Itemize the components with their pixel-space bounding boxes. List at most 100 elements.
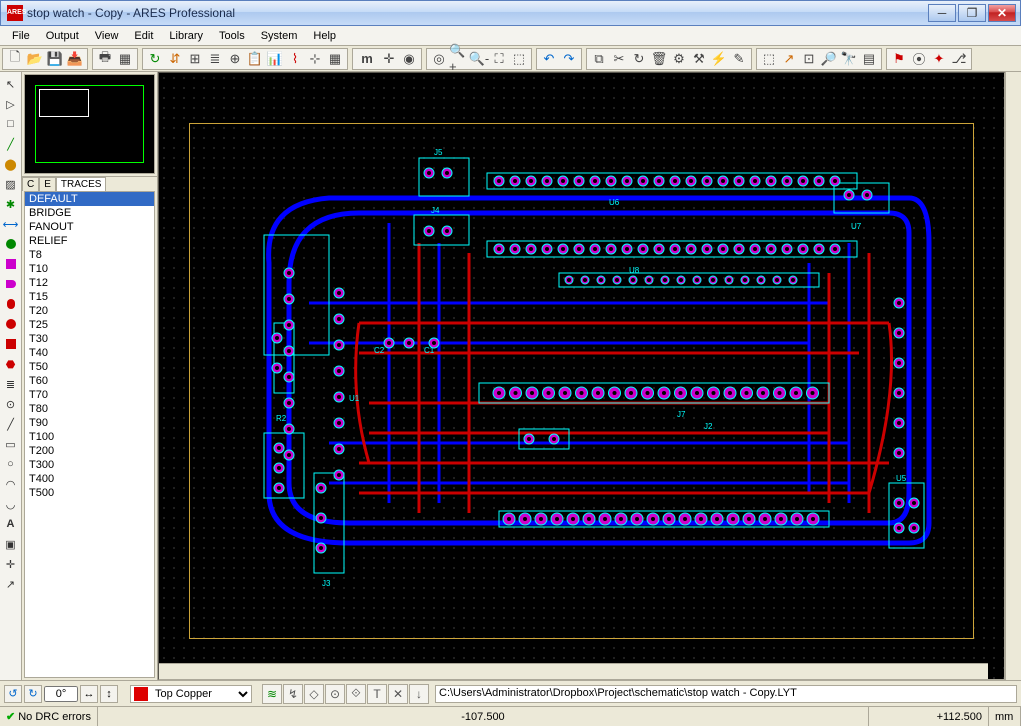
search-icon[interactable]: 🔎 — [819, 49, 839, 69]
list-item[interactable]: T50 — [25, 360, 154, 374]
stack-icon[interactable]: ≣ — [2, 375, 20, 393]
router-icon[interactable]: ⊡ — [799, 49, 819, 69]
pad-dshape-icon[interactable] — [2, 275, 20, 293]
package-icon[interactable]: □ — [2, 115, 20, 133]
menu-help[interactable]: Help — [305, 28, 344, 44]
unit-cell[interactable]: mm — [989, 707, 1021, 726]
undo-icon[interactable]: ↶ — [539, 49, 559, 69]
list-item[interactable]: T500 — [25, 486, 154, 500]
list-tab-traces[interactable]: TRACES — [56, 177, 107, 191]
drc-status[interactable]: ✔ No DRC errors — [0, 707, 98, 726]
rotate-ccw-icon[interactable]: ↺ — [4, 685, 22, 703]
paste-icon[interactable]: 📋 — [245, 49, 265, 69]
area-icon[interactable]: ▦ — [115, 49, 135, 69]
binoculars-icon[interactable]: 🔭 — [839, 49, 859, 69]
path-icon[interactable]: ◡ — [2, 495, 20, 513]
menu-edit[interactable]: Edit — [126, 28, 161, 44]
list-item[interactable]: T70 — [25, 388, 154, 402]
tool2-icon[interactable]: ⚒ — [689, 49, 709, 69]
block-rotate-icon[interactable]: ↻ — [629, 49, 649, 69]
list-item[interactable]: BRIDGE — [25, 206, 154, 220]
ratsnest-icon[interactable]: ✱ — [2, 195, 20, 213]
track-style-icon[interactable]: T — [367, 684, 387, 704]
tool3-icon[interactable]: ⚡ — [709, 49, 729, 69]
zoom-fit-icon[interactable]: ⛶ — [489, 49, 509, 69]
list-item[interactable]: T90 — [25, 416, 154, 430]
auto-track-necking-icon[interactable]: ⟐ — [346, 684, 366, 704]
list-item[interactable]: T8 — [25, 248, 154, 262]
list-item[interactable]: RELIEF — [25, 234, 154, 248]
print-icon[interactable]: 🖶 — [95, 49, 115, 69]
drc-icon[interactable]: ⚑ — [889, 49, 909, 69]
menu-tools[interactable]: Tools — [211, 28, 253, 44]
live-drc-icon[interactable]: ↯ — [283, 684, 303, 704]
symbol-icon[interactable]: ▣ — [2, 535, 20, 553]
layer-dropdown[interactable]: Top Copper — [151, 686, 251, 702]
list-item[interactable]: T30 — [25, 332, 154, 346]
circle-icon[interactable]: ○ — [2, 455, 20, 473]
select-icon[interactable]: ↖ — [2, 75, 20, 93]
list-item[interactable]: T60 — [25, 374, 154, 388]
block-copy-icon[interactable]: ⧉ — [589, 49, 609, 69]
snap-icon[interactable]: ⊹ — [305, 49, 325, 69]
list-item[interactable]: T300 — [25, 458, 154, 472]
origin-icon[interactable]: ⊕ — [225, 49, 245, 69]
auto-trace-necking-icon[interactable]: ⊙ — [325, 684, 345, 704]
smd-square-icon[interactable] — [2, 335, 20, 353]
autoplace-icon[interactable]: ✦ — [929, 49, 949, 69]
list-item[interactable]: T400 — [25, 472, 154, 486]
pad-edge-icon[interactable] — [2, 295, 20, 313]
via-icon[interactable]: ⬤ — [2, 155, 20, 173]
save-icon[interactable]: 💾 — [45, 49, 65, 69]
trace-angle-icon[interactable]: ◇ — [304, 684, 324, 704]
autoroute-icon[interactable]: ⎇ — [949, 49, 969, 69]
drill-icon[interactable]: ⊙ — [2, 395, 20, 413]
list-item[interactable]: FANOUT — [25, 220, 154, 234]
pad-round-icon[interactable] — [2, 235, 20, 253]
pcb-canvas[interactable]: J5 J4 U7 R2 J3 U5 U6 U8 J7 — [158, 72, 1005, 680]
metric-icon[interactable]: m — [355, 49, 379, 69]
smd-poly-icon[interactable]: ⬣ — [2, 355, 20, 373]
menu-system[interactable]: System — [253, 28, 306, 44]
minimize-button[interactable]: ─ — [928, 4, 956, 22]
rotation-input[interactable] — [44, 686, 78, 702]
list-item[interactable]: T12 — [25, 276, 154, 290]
flip-v-icon[interactable]: ↕ — [100, 685, 118, 703]
smd-circle-icon[interactable] — [2, 315, 20, 333]
tool4-icon[interactable]: ✎ — [729, 49, 749, 69]
menu-view[interactable]: View — [87, 28, 127, 44]
zoom-area-icon[interactable]: ⬚ — [509, 49, 529, 69]
open-icon[interactable]: 📂 — [25, 49, 45, 69]
filter-icon[interactable]: ▤ — [859, 49, 879, 69]
arc-icon[interactable]: ◠ — [2, 475, 20, 493]
list-item[interactable]: T40 — [25, 346, 154, 360]
line-icon[interactable]: ╱ — [2, 415, 20, 433]
list-item[interactable]: T10 — [25, 262, 154, 276]
rotate-cw-icon[interactable]: ↻ — [24, 685, 42, 703]
route-icon[interactable]: ↗ — [779, 49, 799, 69]
list-item[interactable]: T100 — [25, 430, 154, 444]
close-button[interactable]: ✕ — [988, 4, 1016, 22]
menu-output[interactable]: Output — [38, 28, 87, 44]
layer-selector[interactable]: Top Copper — [130, 685, 252, 703]
dimension-icon[interactable]: ⟷ — [2, 215, 20, 233]
list-item[interactable]: T20 — [25, 304, 154, 318]
import-icon[interactable]: 📥 — [65, 49, 85, 69]
flip-icon[interactable]: ⇵ — [165, 49, 185, 69]
box-icon[interactable]: ▭ — [2, 435, 20, 453]
layers-icon[interactable]: ≣ — [205, 49, 225, 69]
grid-icon[interactable]: ⊞ — [185, 49, 205, 69]
v-scrollbar[interactable] — [1005, 72, 1021, 680]
marker2-icon[interactable]: ✛ — [2, 555, 20, 573]
list-item[interactable]: T15 — [25, 290, 154, 304]
block-move-icon[interactable]: ✂ — [609, 49, 629, 69]
refresh-icon[interactable]: ↻ — [145, 49, 165, 69]
redo-icon[interactable]: ↷ — [559, 49, 579, 69]
h-scrollbar[interactable] — [159, 663, 988, 679]
origin2-icon[interactable]: ✛ — [379, 49, 399, 69]
list-tab-c[interactable]: C — [22, 177, 39, 191]
delete-icon[interactable]: ✕ — [388, 684, 408, 704]
zoom-in-icon[interactable]: 🔍+ — [449, 49, 469, 69]
list-item[interactable]: DEFAULT — [25, 192, 154, 206]
flip-h-icon[interactable]: ↔ — [80, 685, 98, 703]
